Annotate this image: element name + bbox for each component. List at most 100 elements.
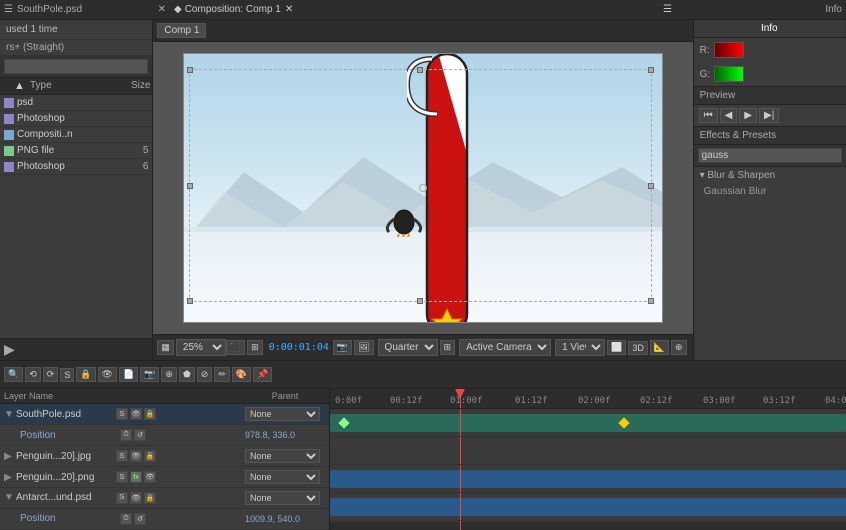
blur-sharpen-group[interactable]: ▾ Blur & Sharpen [694, 167, 846, 184]
layer-row[interactable]: Position ⏱ ↺ 978.8, 336.0 [0, 425, 329, 446]
comp-tab[interactable]: Comp 1 [157, 23, 206, 38]
guide-btn[interactable]: ⊕ [671, 340, 687, 355]
timeline-scrollbar[interactable] [330, 522, 846, 530]
tl-lock-btn[interactable]: 🔒 [76, 367, 95, 382]
show-hide-btn[interactable]: ▦ [157, 340, 174, 355]
reset-icon[interactable]: ↺ [134, 513, 146, 525]
lock-icon[interactable]: 🔒 [144, 408, 156, 420]
layer-list: Layer Name Parent ▼ SouthPole.psd S 👁 🔒 … [0, 389, 330, 530]
list-item[interactable]: Photoshop [0, 111, 152, 127]
camera-select[interactable]: Active Camera [459, 339, 551, 356]
px-aspect-btn[interactable]: ⊞ [247, 340, 263, 355]
track-playhead [460, 521, 461, 530]
layer-row[interactable]: ▼ Antarct...und.psd S 👁 🔒 None [0, 488, 329, 509]
tl-solo-btn[interactable]: S [60, 368, 74, 382]
parent-select[interactable]: None [245, 491, 320, 505]
layer-name: Position [20, 430, 120, 441]
prev-first-btn[interactable]: ⏮ [699, 108, 718, 123]
visibility-eye-icon[interactable]: 👁 [130, 492, 142, 504]
ruler-btn[interactable]: 📐 [650, 340, 669, 355]
visibility-eye-icon[interactable]: 👁 [144, 471, 156, 483]
file-name: Photoshop [17, 161, 118, 172]
tl-btn1[interactable]: ⟲ [25, 367, 41, 382]
time-ruler: 0:00f 00:12f 01:00f 01:12f 02:00f 02:12f… [330, 389, 846, 409]
tl-pen-btn[interactable]: ✏ [214, 367, 230, 382]
project-title: SouthPole.psd [17, 4, 82, 15]
lock-icon[interactable]: 🔒 [144, 450, 156, 462]
close-icon[interactable]: ✕ [158, 4, 166, 15]
track-playhead [460, 493, 461, 520]
tl-null-btn[interactable]: ⊕ [161, 367, 177, 382]
layer-expand-btn[interactable]: ▼ [4, 492, 16, 503]
grid-btn[interactable]: ⊞ [440, 340, 456, 355]
prev-back-btn[interactable]: ◀ [720, 108, 738, 123]
solo-icon[interactable]: S [116, 408, 128, 420]
tl-adj-btn[interactable]: ⊘ [197, 367, 213, 382]
fit-btn[interactable]: ⬛ [226, 340, 245, 355]
prev-next-btn[interactable]: ▶| [759, 108, 779, 123]
list-item[interactable]: Photoshop 6 [0, 159, 152, 175]
expand-btn[interactable]: ▶ [4, 341, 15, 358]
tl-shape-btn[interactable]: ⬟ [179, 367, 195, 382]
zoom-select[interactable]: 25% [176, 339, 226, 356]
list-item[interactable]: psd [0, 95, 152, 111]
layer-expand-btn[interactable]: ▶ [4, 472, 16, 483]
anim-icon[interactable]: ⏱ [120, 513, 132, 525]
quality-select[interactable]: Quarter Half Full [378, 339, 438, 356]
solo-icon[interactable]: S [116, 471, 128, 483]
fx-icon[interactable]: fx [130, 471, 142, 483]
solo-icon[interactable]: S [116, 450, 128, 462]
view-select[interactable]: 1 View [555, 339, 605, 356]
solo-icon[interactable]: S [116, 492, 128, 504]
prev-play-btn[interactable]: ▶ [739, 108, 757, 123]
tl-search-btn[interactable]: 🔍 [4, 367, 23, 382]
show-snapshot-btn[interactable]: 🖼 [354, 340, 373, 355]
time-marker: 01:12f [515, 396, 548, 406]
tl-camera-btn[interactable]: 📷 [140, 367, 159, 382]
lock-icon[interactable]: 🔒 [144, 492, 156, 504]
track-row [330, 493, 846, 521]
project-search-input[interactable] [4, 59, 148, 74]
r-row: R: [694, 38, 846, 62]
tl-btn2[interactable]: ⟳ [43, 367, 59, 382]
gaussian-blur-item[interactable]: Gaussian Blur [694, 184, 846, 199]
layer-row[interactable]: Position ⏱ ↺ 1009.9, 540.0 [0, 509, 329, 530]
layer-icon-group: S fx 👁 [116, 471, 245, 483]
layer-expand-btn[interactable]: ▶ [4, 451, 16, 462]
parent-select[interactable]: None [245, 449, 320, 463]
comp-viewport[interactable] [153, 42, 692, 334]
time-marker: 02:12f [640, 396, 673, 406]
parent-select[interactable]: None [245, 407, 320, 421]
layer-row[interactable]: ▶ Penguin...20].jpg S 👁 🔒 None [0, 446, 329, 467]
layer-icon-group: ⏱ ↺ [120, 513, 245, 525]
comp-menu-icon[interactable]: ☰ [663, 4, 672, 15]
tl-puppet-btn[interactable]: 📌 [253, 367, 272, 382]
layer-expand-btn[interactable]: ▼ [4, 409, 16, 420]
layer-parent-cell: None [245, 470, 325, 484]
anim-icon[interactable]: ⏱ [120, 429, 132, 441]
list-item[interactable]: PNG file 5 [0, 143, 152, 159]
visibility-eye-icon[interactable]: 👁 [130, 450, 142, 462]
tl-visibility-btn[interactable]: 👁 [98, 367, 117, 382]
3d-btn[interactable]: 3D [628, 341, 648, 355]
effects-search-input[interactable] [698, 148, 842, 163]
track-row [330, 437, 846, 465]
layer-icon-group: S 👁 🔒 [116, 492, 245, 504]
tl-layer-btn[interactable]: 📄 [119, 367, 138, 382]
snapshot-btn[interactable]: 📷 [333, 340, 352, 355]
transparency-btn[interactable]: ⬜ [607, 340, 626, 355]
parent-select[interactable]: None [245, 470, 320, 484]
visibility-eye-icon[interactable]: 👁 [130, 408, 142, 420]
timeline-header: 🔍 ⟲ ⟳ S 🔒 👁 📄 📷 ⊕ ⬟ ⊘ ✏ 🎨 📌 [0, 361, 846, 389]
list-item[interactable]: Compositi..n [0, 127, 152, 143]
reset-icon[interactable]: ↺ [134, 429, 146, 441]
playhead[interactable] [460, 389, 461, 408]
layer-row[interactable]: ▼ SouthPole.psd S 👁 🔒 None [0, 404, 329, 425]
file-type-icon [4, 98, 14, 108]
layer-icon-group: ⏱ ↺ [120, 429, 245, 441]
layer-row[interactable]: ▶ Penguin...20].png S fx 👁 None [0, 467, 329, 488]
tl-paint-btn[interactable]: 🎨 [232, 367, 251, 382]
comp-close-icon[interactable]: ✕ [285, 4, 293, 15]
time-marker: 03:00f [703, 396, 736, 406]
info-tab[interactable]: Info [694, 20, 846, 37]
